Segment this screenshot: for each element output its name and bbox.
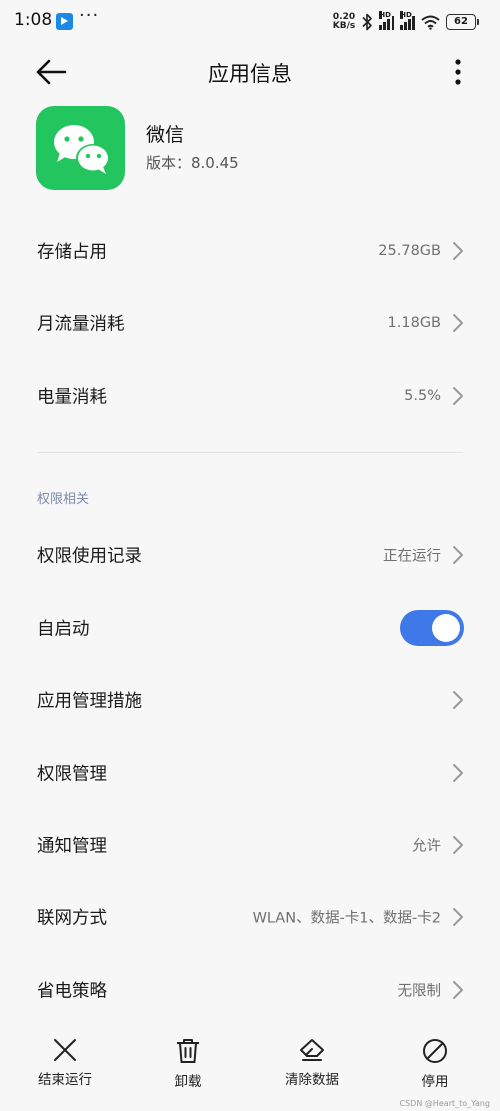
power-saving-value: 无限制 [397,983,442,1000]
app-management-row[interactable]: 应用管理措施 [0,670,500,730]
divider [37,452,463,453]
app-management-label: 应用管理措施 [37,691,142,712]
battery-icon: 62 [446,14,479,30]
permission-usage-value: 正在运行 [383,548,441,565]
app-version: 版本：8.0.45 [146,154,239,172]
status-indicators: 0.20 KB/s HD HD 62 [333,11,479,33]
clear-data-label: 清除数据 [285,1072,339,1088]
sim2-hd-tag: HD [400,11,412,19]
eraser-icon [300,1039,324,1061]
battery-usage-label: 电量消耗 [37,387,107,408]
force-stop-button[interactable]: 结束运行 [20,1028,110,1098]
chevron-right-icon [453,981,463,999]
chevron-right-icon [453,387,463,405]
notification-value: 允许 [412,838,441,855]
signal-icon-sim2: HD [400,11,415,30]
clear-data-button[interactable]: 清除数据 [267,1028,357,1098]
block-icon [423,1039,447,1063]
uninstall-button[interactable]: 卸载 [143,1028,233,1098]
storage-value: 25.78GB [378,243,441,259]
permission-usage-row[interactable]: 权限使用记录 正在运行 [0,525,500,585]
permission-usage-label: 权限使用记录 [37,546,142,567]
chat-bubbles-icon [54,125,110,174]
data-usage-value: 1.18GB [387,315,441,331]
app-info-screen: 1:08 ··· 0.20 KB/s HD HD 62 应用信息 微信 版本：8… [0,0,500,1111]
network-access-label: 联网方式 [37,908,107,929]
chevron-right-icon [453,242,463,260]
chevron-right-icon [453,836,463,854]
chevron-right-icon [453,764,463,782]
network-access-value: WLAN、数据-卡1、数据-卡2 [252,910,441,927]
data-usage-row[interactable]: 月流量消耗 1.18GB [0,293,500,353]
auto-start-row: 自启动 [0,598,500,658]
wechat-logo [36,106,125,190]
status-more-icon: ··· [79,5,100,26]
chevron-right-icon [453,314,463,332]
network-access-row[interactable]: 联网方式 WLAN、数据-卡1、数据-卡2 [0,887,500,947]
bluetooth-icon [362,13,373,31]
battery-usage-row[interactable]: 电量消耗 5.5% [0,366,500,426]
power-saving-row[interactable]: 省电策略 无限制 [0,960,500,1020]
status-time: 1:08 [14,10,53,30]
status-bar: 1:08 ··· 0.20 KB/s HD HD 62 [0,0,500,44]
close-icon [54,1039,76,1061]
watermark: CSDN @Heart_to_Yang [399,1099,490,1108]
battery-usage-value: 5.5% [404,388,441,404]
chevron-right-icon [453,691,463,709]
notification-row[interactable]: 通知管理 允许 [0,815,500,875]
sim1-hd-tag: HD [379,11,391,19]
app-notification-icon [56,13,73,30]
auto-start-toggle[interactable] [400,610,464,646]
disable-label: 停用 [421,1074,449,1090]
page-title: 应用信息 [208,62,292,86]
storage-row[interactable]: 存储占用 25.78GB [0,221,500,281]
permission-management-label: 权限管理 [37,764,107,785]
permissions-section-title: 权限相关 [37,492,90,507]
force-stop-label: 结束运行 [38,1072,92,1088]
disable-button[interactable]: 停用 [390,1028,480,1098]
permission-management-row[interactable]: 权限管理 [0,743,500,803]
storage-label: 存储占用 [37,242,107,263]
notification-label: 通知管理 [37,836,107,857]
auto-start-label: 自启动 [37,619,90,640]
wifi-icon [421,15,440,30]
app-name: 微信 [146,124,185,146]
chevron-right-icon [453,546,463,564]
data-usage-label: 月流量消耗 [37,314,125,335]
network-speed-unit: KB/s [332,21,356,31]
toggle-knob [432,614,460,642]
network-speed: 0.20 KB/s [333,13,355,31]
power-saving-label: 省电策略 [37,981,107,1002]
uninstall-label: 卸载 [174,1074,202,1090]
signal-icon-sim1: HD [379,11,395,30]
chevron-right-icon [453,908,463,926]
more-vertical-icon[interactable] [454,58,462,86]
trash-icon [177,1039,199,1063]
